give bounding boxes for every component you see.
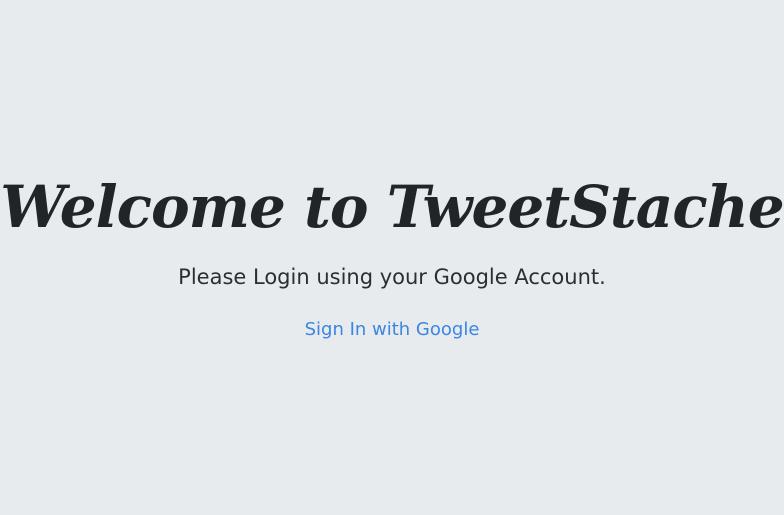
login-page: Welcome to TweetStache Please Login usin… — [0, 0, 784, 515]
sign-in-link-label[interactable]: Sign In with Google — [305, 319, 480, 340]
login-instructions: Please Login using your Google Account. — [178, 265, 606, 289]
page-title: Welcome to TweetStache — [0, 173, 784, 241]
sign-in-with-google-link[interactable]: Sign In with Google — [0, 317, 784, 343]
